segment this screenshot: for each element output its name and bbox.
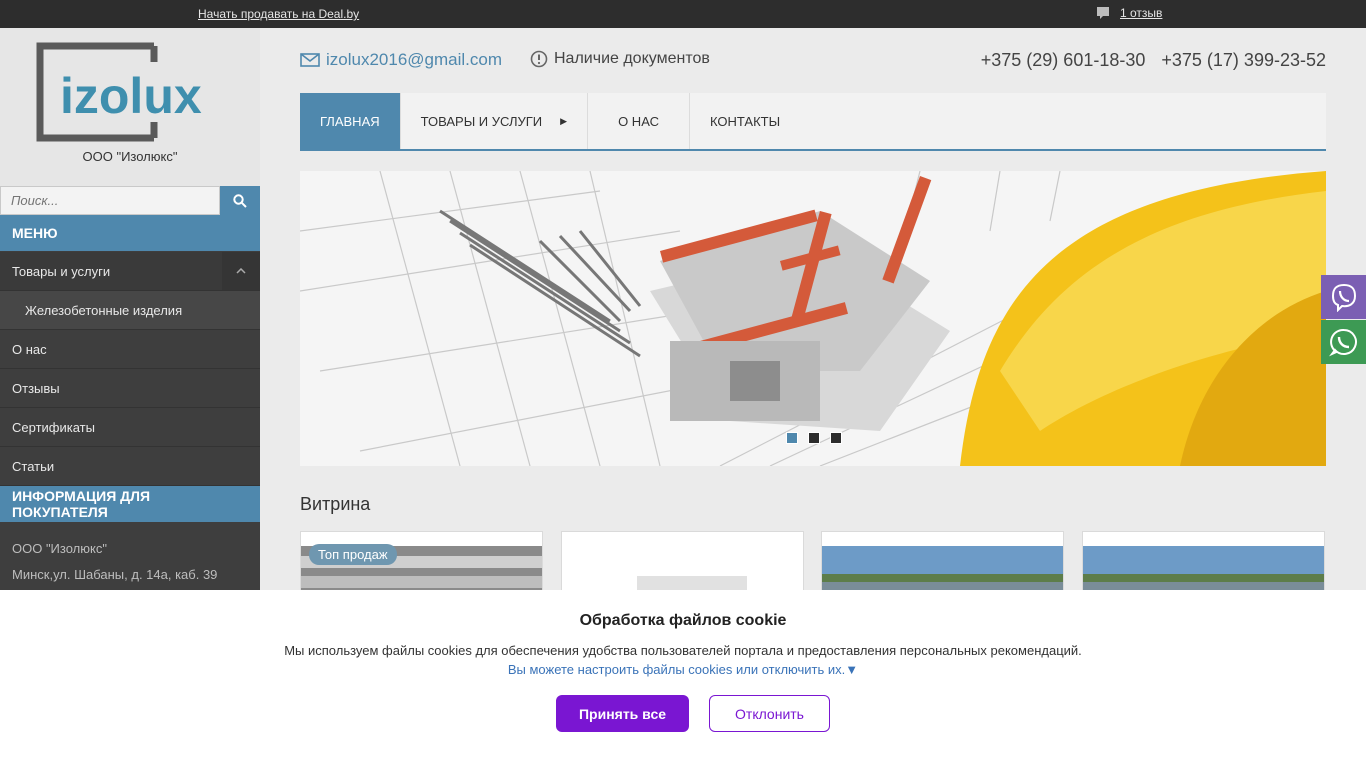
info-company: ООО "Изолюкс" (12, 541, 107, 556)
menu-header: МЕНЮ (0, 215, 260, 251)
buyer-info-header: ИНФОРМАЦИЯ ДЛЯ ПОКУПАТЕЛЯ (0, 486, 260, 522)
showcase-title: Витрина (300, 494, 371, 514)
slider-dot-2[interactable] (808, 432, 820, 444)
tab-label: ГЛАВНАЯ (320, 113, 380, 129)
sidebar-item-certificates[interactable]: Сертификаты (0, 408, 260, 447)
construction-banner-image (300, 171, 1326, 466)
email-link[interactable]: izolux2016@gmail.com (300, 50, 502, 70)
company-logo[interactable]: izolux (36, 42, 226, 142)
hero-slider[interactable] (300, 171, 1326, 466)
sidebar-item-label: О нас (12, 341, 47, 357)
svg-text:izolux: izolux (60, 68, 202, 124)
tab-contacts[interactable]: КОНТАКТЫ (690, 93, 800, 149)
phone-1[interactable]: +375 (29) 601-18-30 (981, 50, 1146, 71)
sidebar-item-label: Статьи (12, 458, 55, 474)
submenu-toggle[interactable] (222, 252, 260, 290)
phone-2[interactable]: +375 (17) 399-23-52 (1161, 50, 1326, 71)
top-sales-badge: Топ продаж (309, 544, 397, 565)
sell-on-deal-link[interactable]: Начать продавать на Deal.by (198, 7, 359, 21)
search-form (0, 186, 260, 215)
sidebar-item-articles[interactable]: Статьи (0, 447, 260, 486)
caret-right-icon: ▶ (560, 115, 568, 126)
tab-home[interactable]: ГЛАВНАЯ (300, 93, 401, 149)
documents-link[interactable]: Наличие документов (530, 50, 710, 68)
tab-products[interactable]: ТОВАРЫ И УСЛУГИ ▶ (401, 93, 589, 149)
phones: +375 (29) 601-18-30 +375 (17) 399-23-52 (981, 50, 1326, 71)
sidebar-item-label: Товары и услуги (12, 263, 111, 279)
search-icon (233, 193, 247, 208)
tab-label: О НАС (618, 113, 659, 129)
sidebar-item-concrete[interactable]: Железобетонные изделия (0, 291, 260, 330)
main-nav: ГЛАВНАЯ ТОВАРЫ И УСЛУГИ ▶ О НАС КОНТАКТЫ (300, 93, 1326, 151)
info-icon (530, 50, 548, 68)
search-button[interactable] (220, 186, 260, 215)
documents-text: Наличие документов (554, 50, 710, 67)
decline-button[interactable]: Отклонить (709, 695, 830, 732)
chevron-up-icon (236, 268, 246, 274)
viber-button[interactable] (1321, 275, 1366, 319)
sidebar-item-label: Сертификаты (12, 419, 95, 435)
top-bar: Начать продавать на Deal.by 1 отзыв (0, 0, 1366, 28)
reviews-link[interactable]: 1 отзыв (1120, 6, 1162, 20)
tab-label: ТОВАРЫ И УСЛУГИ (420, 113, 543, 129)
reviews-link-group[interactable]: 1 отзыв (1096, 6, 1162, 20)
sidebar-item-products[interactable]: Товары и услуги (0, 252, 260, 291)
envelope-icon (300, 53, 320, 67)
cookie-title: Обработка файлов cookie (579, 612, 787, 629)
slider-dot-1[interactable] (786, 432, 798, 444)
tab-label: КОНТАКТЫ (709, 113, 781, 129)
cookie-banner: Обработка файлов cookie Мы используем фа… (0, 590, 1366, 768)
comment-icon (1097, 7, 1109, 19)
slider-dot-3[interactable] (830, 432, 842, 444)
slider-dots (786, 432, 842, 444)
cookie-text: Мы используем файлы cookies для обеспече… (284, 643, 1082, 658)
company-name: ООО "Изолюкс" (82, 149, 178, 164)
sidebar-item-label: Железобетонные изделия (25, 302, 183, 318)
cookie-settings-link[interactable]: Вы можете настроить файлы cookies или от… (0, 662, 1366, 677)
logo-area: izolux ООО "Изолюкс" (0, 28, 260, 186)
accept-all-button[interactable]: Принять все (556, 695, 689, 732)
sidebar-item-reviews[interactable]: Отзывы (0, 369, 260, 408)
whatsapp-icon (1328, 328, 1357, 357)
search-input[interactable] (0, 186, 220, 215)
viber-icon (1331, 283, 1356, 312)
sidebar-item-label: Отзывы (12, 380, 60, 396)
whatsapp-button[interactable] (1321, 320, 1366, 364)
sidebar-item-about[interactable]: О нас (0, 330, 260, 369)
info-address: Минск,ул. Шабаны, д. 14а, каб. 39 (12, 567, 218, 582)
tab-about[interactable]: О НАС (588, 93, 690, 149)
email-text: izolux2016@gmail.com (326, 50, 503, 69)
